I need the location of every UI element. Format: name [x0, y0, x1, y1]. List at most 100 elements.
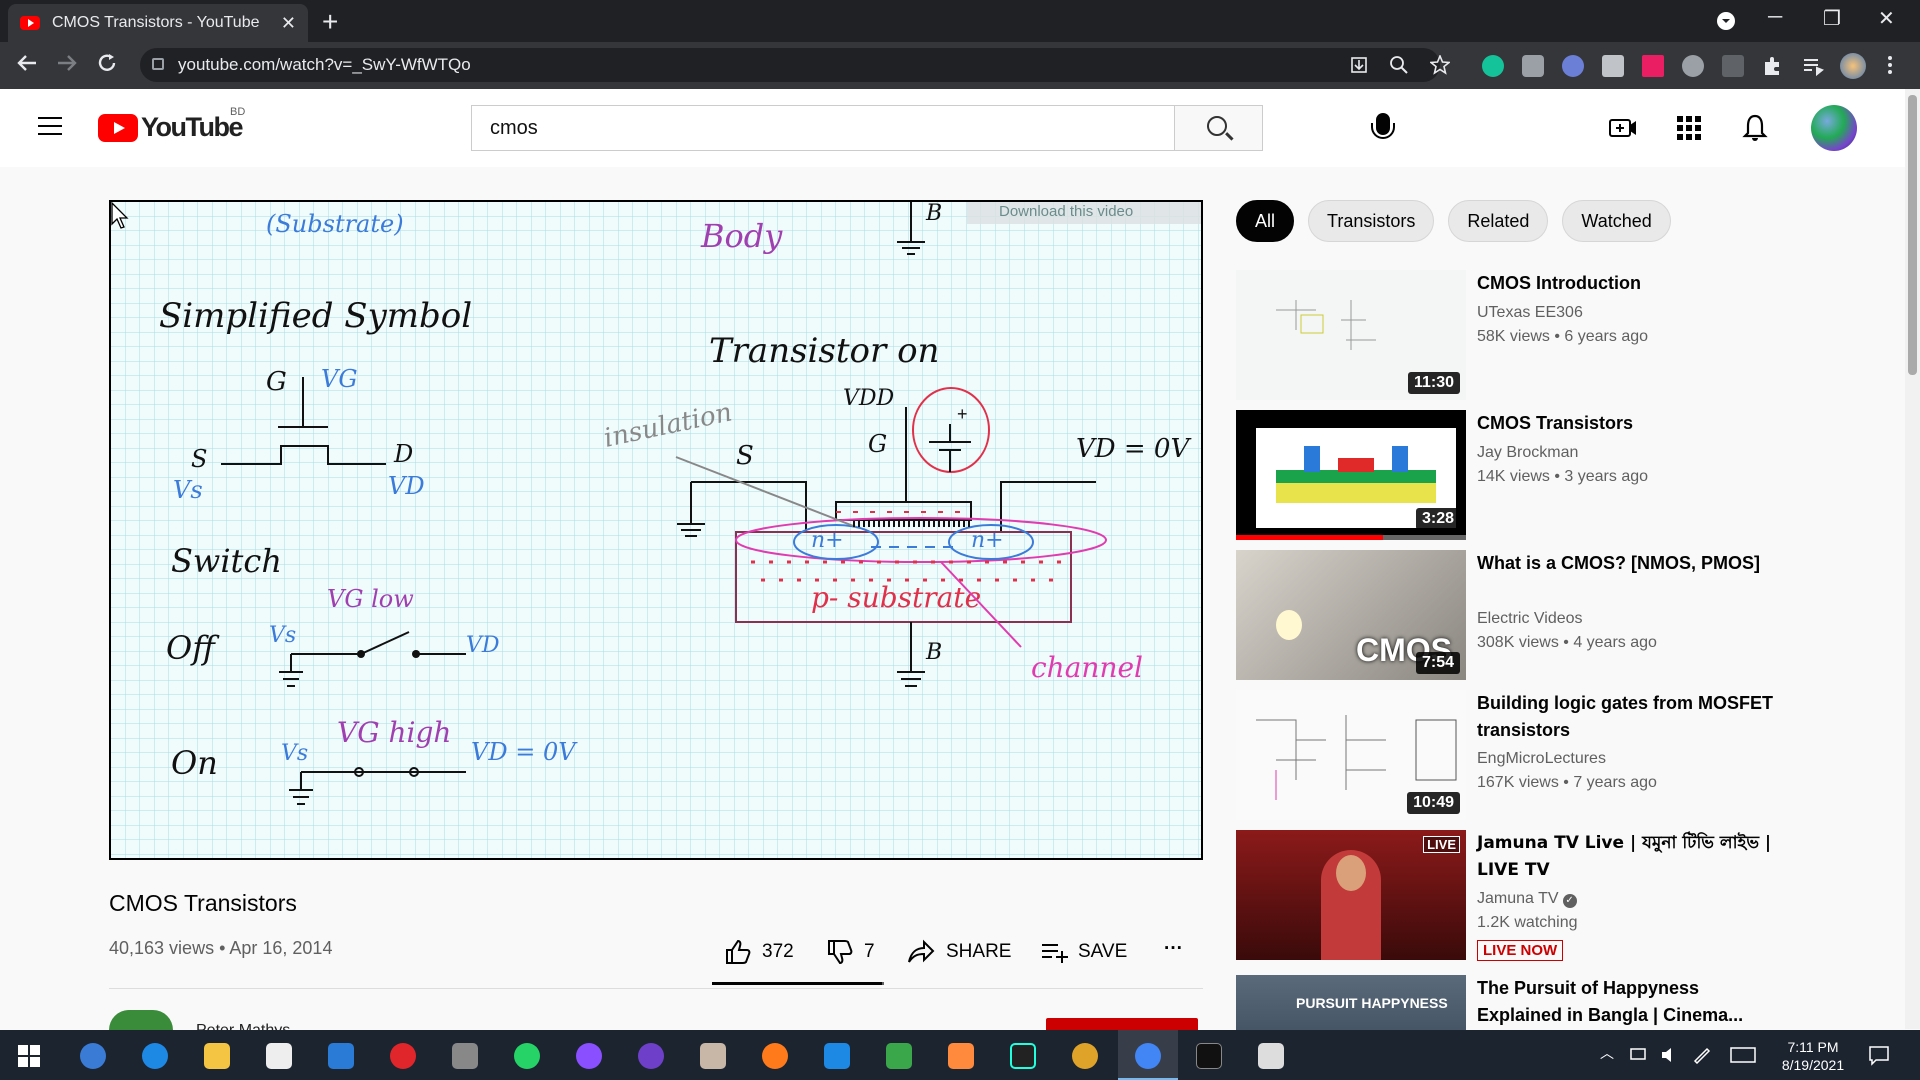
video-thumbnail[interactable]: 11:30 — [1236, 270, 1466, 400]
cmd-app-icon[interactable] — [886, 1043, 912, 1069]
close-window-button[interactable]: ✕ — [1878, 6, 1895, 31]
pen-tray-icon[interactable] — [1692, 1044, 1712, 1064]
recommended-video[interactable]: LIVE Jamuna TV Live | যমুনা টিভি লাইভ | … — [1236, 830, 1876, 961]
video-thumbnail[interactable]: LIVE — [1236, 830, 1466, 960]
close-tab-icon[interactable]: ✕ — [281, 13, 296, 34]
tray-chevron-icon[interactable]: ︿ — [1600, 1044, 1614, 1062]
voice-search-icon[interactable] — [1371, 113, 1395, 139]
install-icon[interactable] — [1350, 56, 1368, 74]
guide-menu-icon[interactable] — [38, 117, 62, 135]
like-button[interactable]: 372 — [724, 938, 794, 966]
whatsapp-icon[interactable] — [514, 1043, 540, 1069]
browser-tab[interactable]: CMOS Transistors - YouTube ✕ — [8, 4, 308, 42]
back-arrow-icon[interactable] — [16, 52, 38, 74]
active-chrome-task[interactable] — [1118, 1030, 1178, 1080]
recommended-channel[interactable]: UTexas EE306 — [1477, 304, 1583, 322]
apps-grid-icon[interactable] — [1674, 113, 1704, 143]
zoom-icon[interactable] — [1390, 56, 1408, 74]
youtube-logo[interactable]: YouTube — [98, 112, 243, 143]
notifications-bell-icon[interactable] — [1740, 113, 1770, 143]
page-scrollbar[interactable] — [1905, 89, 1920, 1029]
chip-transistors[interactable]: Transistors — [1308, 200, 1435, 242]
search-input[interactable]: cmos — [472, 106, 1174, 150]
new-tab-button[interactable]: + — [322, 6, 338, 38]
mail-icon[interactable] — [328, 1043, 354, 1069]
extension-icon[interactable] — [1562, 55, 1584, 77]
terminal-icon[interactable] — [1196, 1043, 1222, 1069]
network-icon[interactable] — [1630, 1046, 1650, 1064]
extension-icon[interactable] — [1642, 55, 1664, 77]
network-app-icon[interactable] — [452, 1043, 478, 1069]
microsoft-store-icon[interactable] — [266, 1043, 292, 1069]
save-button[interactable]: SAVE — [1040, 938, 1127, 966]
reload-icon[interactable] — [96, 52, 118, 74]
recommended-video[interactable]: PURSUIT HAPPYNESS The Pursuit of Happyne… — [1236, 975, 1876, 1030]
notification-center-icon[interactable] — [1868, 1044, 1890, 1066]
recommended-video[interactable]: CMOS 7:54 What is a CMOS? [NMOS, PMOS] E… — [1236, 550, 1876, 680]
recommended-video[interactable]: 10:49 Building logic gates from MOSFET t… — [1236, 690, 1876, 820]
pen-app-icon[interactable] — [948, 1043, 974, 1069]
grammarly-extension-icon[interactable] — [1482, 55, 1504, 77]
more-actions-button[interactable]: ··· — [1154, 938, 1183, 960]
windows-start-icon[interactable] — [18, 1045, 40, 1067]
chip-watched[interactable]: Watched — [1562, 200, 1671, 242]
edge-browser-icon[interactable] — [142, 1043, 168, 1069]
paint-app-icon[interactable] — [700, 1043, 726, 1069]
video-thumbnail[interactable]: 10:49 — [1236, 690, 1466, 820]
file-explorer-icon[interactable] — [204, 1043, 230, 1069]
extensions-puzzle-icon[interactable] — [1762, 55, 1784, 77]
camera-extension-icon[interactable] — [1522, 55, 1544, 77]
recommended-title[interactable]: The Pursuit of Happyness Explained in Ba… — [1477, 975, 1777, 1029]
volume-icon[interactable] — [1660, 1046, 1680, 1064]
dislike-button[interactable]: 7 — [826, 938, 875, 966]
recommended-title[interactable]: CMOS Introduction — [1477, 270, 1777, 297]
chip-all[interactable]: All — [1236, 200, 1295, 242]
video-thumbnail[interactable]: PURSUIT HAPPYNESS — [1236, 975, 1466, 1030]
share-button[interactable]: SHARE — [906, 938, 1011, 966]
video-thumbnail[interactable]: 3:28 — [1236, 410, 1466, 540]
keyboard-icon[interactable] — [1730, 1046, 1756, 1064]
system-clock[interactable]: 7:11 PM 8/19/2021 — [1768, 1038, 1858, 1074]
channel-avatar[interactable] — [109, 1010, 173, 1030]
pycharm-icon[interactable] — [1010, 1043, 1036, 1069]
profile-avatar-icon[interactable] — [1840, 53, 1866, 79]
extension-icon[interactable] — [1722, 55, 1744, 77]
recommended-title[interactable]: CMOS Transistors — [1477, 410, 1777, 437]
channel-name[interactable]: Peter Mathys — [196, 1022, 326, 1030]
recommended-video[interactable]: 11:30 CMOS Introduction UTexas EE306 58K… — [1236, 270, 1876, 400]
recommended-title[interactable]: Building logic gates from MOSFET transis… — [1477, 690, 1777, 744]
video-player[interactable]: (Substrate) Body B Simplified Symbol G V… — [109, 200, 1203, 860]
account-avatar[interactable] — [1811, 105, 1857, 151]
profile-dropdown-icon[interactable] — [1716, 11, 1736, 31]
firefox-icon[interactable] — [762, 1043, 788, 1069]
recommended-title[interactable]: What is a CMOS? [NMOS, PMOS] — [1477, 550, 1777, 577]
qbittorrent-icon[interactable] — [80, 1043, 106, 1069]
vscode-icon[interactable] — [824, 1043, 850, 1069]
forward-arrow-icon[interactable] — [56, 52, 78, 74]
recommended-channel[interactable]: Electric Videos — [1477, 610, 1583, 628]
subscribe-button[interactable] — [1046, 1018, 1198, 1030]
minimize-button[interactable]: ─ — [1768, 6, 1782, 29]
recommended-channel[interactable]: Jay Brockman — [1477, 444, 1578, 462]
reading-list-icon[interactable] — [1802, 55, 1824, 77]
recommended-channel[interactable]: Jamuna TV ✓ — [1477, 890, 1577, 908]
scrollbar-thumb[interactable] — [1908, 95, 1917, 375]
recommended-title[interactable]: Jamuna TV Live | যমুনা টিভি লাইভ | LIVE … — [1477, 830, 1777, 884]
browser-menu-icon[interactable] — [1886, 54, 1894, 76]
chip-related[interactable]: Related — [1448, 200, 1549, 242]
chrome-icon[interactable] — [1072, 1043, 1098, 1069]
video-thumbnail[interactable]: CMOS 7:54 — [1236, 550, 1466, 680]
download-video-overlay[interactable]: Download this video — [967, 202, 1201, 224]
recommended-channel[interactable]: EngMicroLectures — [1477, 750, 1606, 768]
messenger-icon[interactable] — [576, 1043, 602, 1069]
download-extension-icon[interactable] — [1682, 55, 1704, 77]
create-video-icon[interactable] — [1608, 113, 1638, 143]
address-bar[interactable]: youtube.com/watch?v=_SwY-WfWTQo — [140, 48, 1450, 82]
app-icon[interactable] — [1258, 1043, 1284, 1069]
restore-button[interactable]: ❐ — [1823, 6, 1841, 31]
github-desktop-icon[interactable] — [638, 1043, 664, 1069]
search-button[interactable] — [1174, 106, 1262, 150]
extension-icon[interactable] — [1602, 55, 1624, 77]
recommended-video[interactable]: 3:28 CMOS Transistors Jay Brockman 14K v… — [1236, 410, 1876, 540]
opera-icon[interactable] — [390, 1043, 416, 1069]
